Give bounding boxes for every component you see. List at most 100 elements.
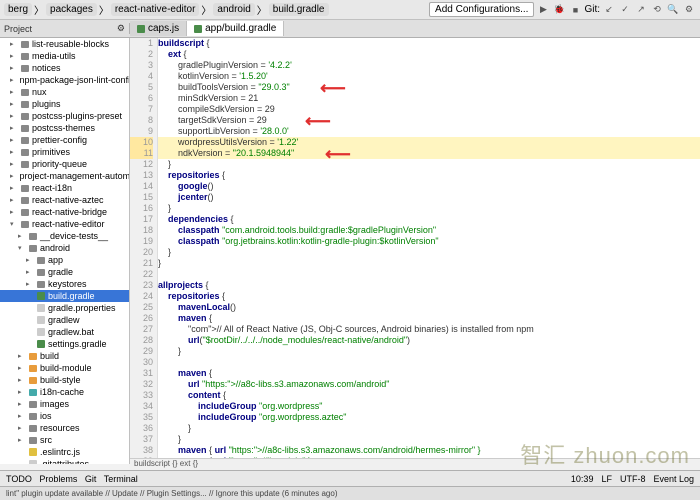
tree-item[interactable]: ▸postcss-plugins-preset xyxy=(0,110,129,122)
tree-label: app xyxy=(48,255,63,265)
file-icon xyxy=(29,448,37,456)
terminal-tab[interactable]: Terminal xyxy=(104,474,138,484)
problems-tab[interactable]: Problems xyxy=(39,474,77,484)
tree-item[interactable]: build.gradle xyxy=(0,290,129,302)
add-config-button[interactable]: Add Configurations... xyxy=(429,2,534,17)
tree-item[interactable]: ▸primitives xyxy=(0,146,129,158)
tab-label: caps.js xyxy=(148,23,179,34)
notification-text: lint" plugin update available // Update … xyxy=(6,489,338,498)
file-icon xyxy=(37,304,45,312)
status-bar: TODO Problems Git Terminal 10:39 LF UTF-… xyxy=(0,470,700,486)
tab-build-gradle[interactable]: app/build.gradle xyxy=(187,21,284,36)
crumb[interactable]: react-native-editor xyxy=(111,3,200,16)
tree-item[interactable]: ▸plugins xyxy=(0,98,129,110)
tree-item[interactable]: ▸notices xyxy=(0,62,129,74)
file-encoding[interactable]: UTF-8 xyxy=(620,474,646,484)
tree-item[interactable]: ▸react-native-aztec xyxy=(0,194,129,206)
tree-label: build-module xyxy=(40,363,92,373)
file-icon xyxy=(37,316,45,324)
folder-icon xyxy=(21,197,29,204)
tree-item[interactable]: ▸ios xyxy=(0,410,129,422)
tree-label: plugins xyxy=(32,99,61,109)
vcs-commit-icon[interactable]: ✓ xyxy=(618,3,632,17)
tree-item[interactable]: ▸list-reusable-blocks xyxy=(0,38,129,50)
toolbar-right: Add Configurations... ▶ 🐞 ■ Git: ↙ ✓ ↗ ⟲… xyxy=(429,2,696,17)
tree-label: resources xyxy=(40,423,80,433)
crumb[interactable]: packages xyxy=(46,3,97,16)
tree-label: notices xyxy=(32,63,61,73)
line-sep[interactable]: LF xyxy=(601,474,612,484)
tree-item[interactable]: gradlew xyxy=(0,314,129,326)
folder-icon xyxy=(29,245,37,252)
todo-tab[interactable]: TODO xyxy=(6,474,32,484)
tree-item[interactable]: ▸nux xyxy=(0,86,129,98)
vcs-update-icon[interactable]: ↙ xyxy=(602,3,616,17)
tree-item[interactable]: ▸resources xyxy=(0,422,129,434)
tree-item[interactable]: gradle.properties xyxy=(0,302,129,314)
tree-item[interactable]: .eslintrc.js xyxy=(0,446,129,458)
tree-item[interactable]: ▸react-native-bridge xyxy=(0,206,129,218)
editor-breadcrumb[interactable]: buildscript {} ext {} xyxy=(130,458,700,470)
tree-item[interactable]: ▸postcss-themes xyxy=(0,122,129,134)
tree-item[interactable]: ▸build-style xyxy=(0,374,129,386)
tree-item[interactable]: ▸i18n-cache xyxy=(0,386,129,398)
tree-label: __device-tests__ xyxy=(40,231,108,241)
tree-label: build.gradle xyxy=(48,291,95,301)
tree-item[interactable]: ▸gradle xyxy=(0,266,129,278)
tree-label: project-management-automat xyxy=(20,171,130,181)
tree-item[interactable]: ▸react-i18n xyxy=(0,182,129,194)
project-tree[interactable]: ▸list-reusable-blocks▸media-utils▸notice… xyxy=(0,38,130,464)
tree-item[interactable]: ▸npm-package-json-lint-config xyxy=(0,74,129,86)
code-editor[interactable]: 1234567891011121314151617181920212223242… xyxy=(130,38,700,464)
line-gutter: 1234567891011121314151617181920212223242… xyxy=(130,38,158,464)
main-area: ▸list-reusable-blocks▸media-utils▸notice… xyxy=(0,38,700,464)
tree-item[interactable]: ▸app xyxy=(0,254,129,266)
tree-item[interactable]: .gitattributes xyxy=(0,458,129,464)
folder-icon xyxy=(21,209,29,216)
folder-icon xyxy=(29,425,37,432)
breadcrumb: berg〉 packages〉 react-native-editor〉 and… xyxy=(4,2,429,17)
tree-item[interactable]: ▸priority-queue xyxy=(0,158,129,170)
tree-item[interactable]: settings.gradle xyxy=(0,338,129,350)
code-area[interactable]: buildscript { ext { gradlePluginVersion … xyxy=(158,38,700,464)
tree-item[interactable]: gradlew.bat xyxy=(0,326,129,338)
tree-item[interactable]: ▾react-native-editor xyxy=(0,218,129,230)
tree-item[interactable]: ▸src xyxy=(0,434,129,446)
tree-item[interactable]: ▸media-utils xyxy=(0,50,129,62)
git-tab[interactable]: Git xyxy=(85,474,97,484)
settings-icon[interactable]: ⚙ xyxy=(682,3,696,17)
stop-icon[interactable]: ■ xyxy=(568,3,582,17)
folder-icon xyxy=(21,149,29,156)
crumb[interactable]: android xyxy=(213,3,254,16)
folder-icon xyxy=(21,137,29,144)
search-icon[interactable]: 🔍 xyxy=(666,3,680,17)
vcs-push-icon[interactable]: ↗ xyxy=(634,3,648,17)
event-log[interactable]: Event Log xyxy=(653,474,694,484)
folder-icon xyxy=(21,41,29,48)
debug-icon[interactable]: 🐞 xyxy=(552,3,566,17)
tree-label: .eslintrc.js xyxy=(40,447,80,457)
tree-item[interactable]: ▸keystores xyxy=(0,278,129,290)
tree-label: react-i18n xyxy=(32,183,72,193)
tree-label: nux xyxy=(32,87,47,97)
tab-caps-js[interactable]: caps.js xyxy=(130,21,187,36)
tree-label: primitives xyxy=(32,147,70,157)
notification-bar[interactable]: lint" plugin update available // Update … xyxy=(0,486,700,500)
tree-label: react-native-aztec xyxy=(32,195,104,205)
crumb[interactable]: berg xyxy=(4,3,32,16)
tree-item[interactable]: ▸build-module xyxy=(0,362,129,374)
project-tool-header[interactable]: Project ⚙ xyxy=(0,23,130,34)
tree-item[interactable]: ▸__device-tests__ xyxy=(0,230,129,242)
gear-icon[interactable]: ⚙ xyxy=(117,23,125,34)
run-icon[interactable]: ▶ xyxy=(536,3,550,17)
folder-icon xyxy=(37,281,45,288)
tree-item[interactable]: ▸images xyxy=(0,398,129,410)
tree-item[interactable]: ▸build xyxy=(0,350,129,362)
tree-item[interactable]: ▾android xyxy=(0,242,129,254)
vcs-history-icon[interactable]: ⟲ xyxy=(650,3,664,17)
tree-label: gradle xyxy=(48,267,73,277)
tree-item[interactable]: ▸project-management-automat xyxy=(0,170,129,182)
folder-icon xyxy=(29,365,37,372)
tree-item[interactable]: ▸prettier-config xyxy=(0,134,129,146)
crumb[interactable]: build.gradle xyxy=(269,3,329,16)
